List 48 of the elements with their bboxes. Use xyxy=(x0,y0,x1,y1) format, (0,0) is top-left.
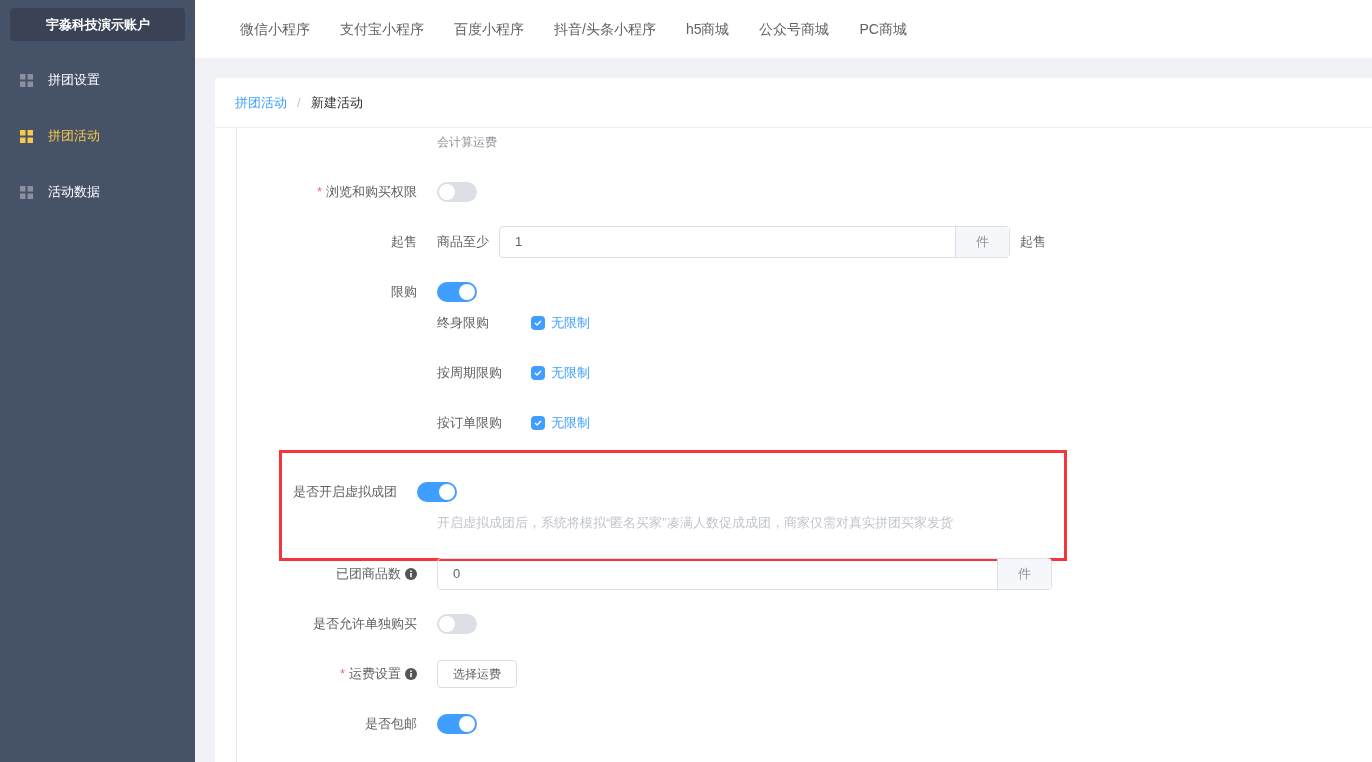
checkbox[interactable] xyxy=(531,366,545,380)
account-name: 宇淼科技演示账户 xyxy=(10,8,185,41)
help-text: 会计算运费 xyxy=(437,134,497,151)
field-label: 是否开启虚拟成团 xyxy=(293,483,397,502)
toggle-switch[interactable] xyxy=(437,282,477,302)
grid-icon xyxy=(20,185,33,199)
unit-label: 件 xyxy=(997,559,1051,589)
nav-tab[interactable]: 抖音/头条小程序 xyxy=(554,18,656,40)
breadcrumb-separator: / xyxy=(297,93,301,112)
number-input[interactable]: 0 件 xyxy=(437,558,1052,590)
nav-tab[interactable]: PC商城 xyxy=(859,18,907,40)
nav-tab[interactable]: 百度小程序 xyxy=(454,18,524,40)
field-label: 按周期限购 xyxy=(437,364,503,383)
field-label: 起售 xyxy=(391,233,417,252)
field-label: 按订单限购 xyxy=(437,414,503,433)
checkbox[interactable] xyxy=(531,416,545,430)
nav-tab[interactable]: h5商城 xyxy=(685,18,730,40)
grid-icon xyxy=(20,129,33,143)
field-label: 是否包邮 xyxy=(365,715,417,734)
toggle-switch[interactable] xyxy=(417,482,457,502)
checkbox[interactable] xyxy=(531,316,545,330)
field-suffix: 起售 xyxy=(1020,233,1046,252)
nav-tab[interactable]: 支付宝小程序 xyxy=(340,18,424,40)
grid-icon xyxy=(20,73,33,87)
field-label: 是否允许单独购买 xyxy=(313,615,417,634)
nav-tab[interactable]: 公众号商城 xyxy=(759,18,830,40)
checkmark-icon xyxy=(533,368,543,378)
breadcrumb-item: 新建活动 xyxy=(310,93,363,112)
number-input[interactable]: 1 件 xyxy=(499,226,1010,258)
sidebar-item[interactable]: 拼团设置 xyxy=(0,52,195,108)
field-label: 浏览和购买权限 xyxy=(326,183,417,202)
field-label: 限购 xyxy=(391,283,417,302)
toggle-switch[interactable] xyxy=(437,182,477,202)
field-label: 运费设置 xyxy=(349,665,401,684)
toggle-switch[interactable] xyxy=(437,614,477,634)
toggle-switch[interactable] xyxy=(437,714,477,734)
nav-tab[interactable]: 微信小程序 xyxy=(240,18,310,40)
sidebar-item[interactable]: 活动数据 xyxy=(0,164,195,220)
unit-label: 件 xyxy=(955,227,1009,257)
field-label: 已团商品数 xyxy=(336,565,401,584)
required-asterisk: * xyxy=(316,183,322,202)
checkmark-icon xyxy=(533,318,543,328)
sidebar-item[interactable]: 拼团活动 xyxy=(0,108,195,164)
field-label: 终身限购 xyxy=(437,314,490,333)
select-shipping-button[interactable]: 选择运费 xyxy=(437,660,517,688)
checkmark-icon xyxy=(533,418,543,428)
required-asterisk: * xyxy=(339,665,345,684)
field-prefix: 商品至少 xyxy=(437,233,489,252)
